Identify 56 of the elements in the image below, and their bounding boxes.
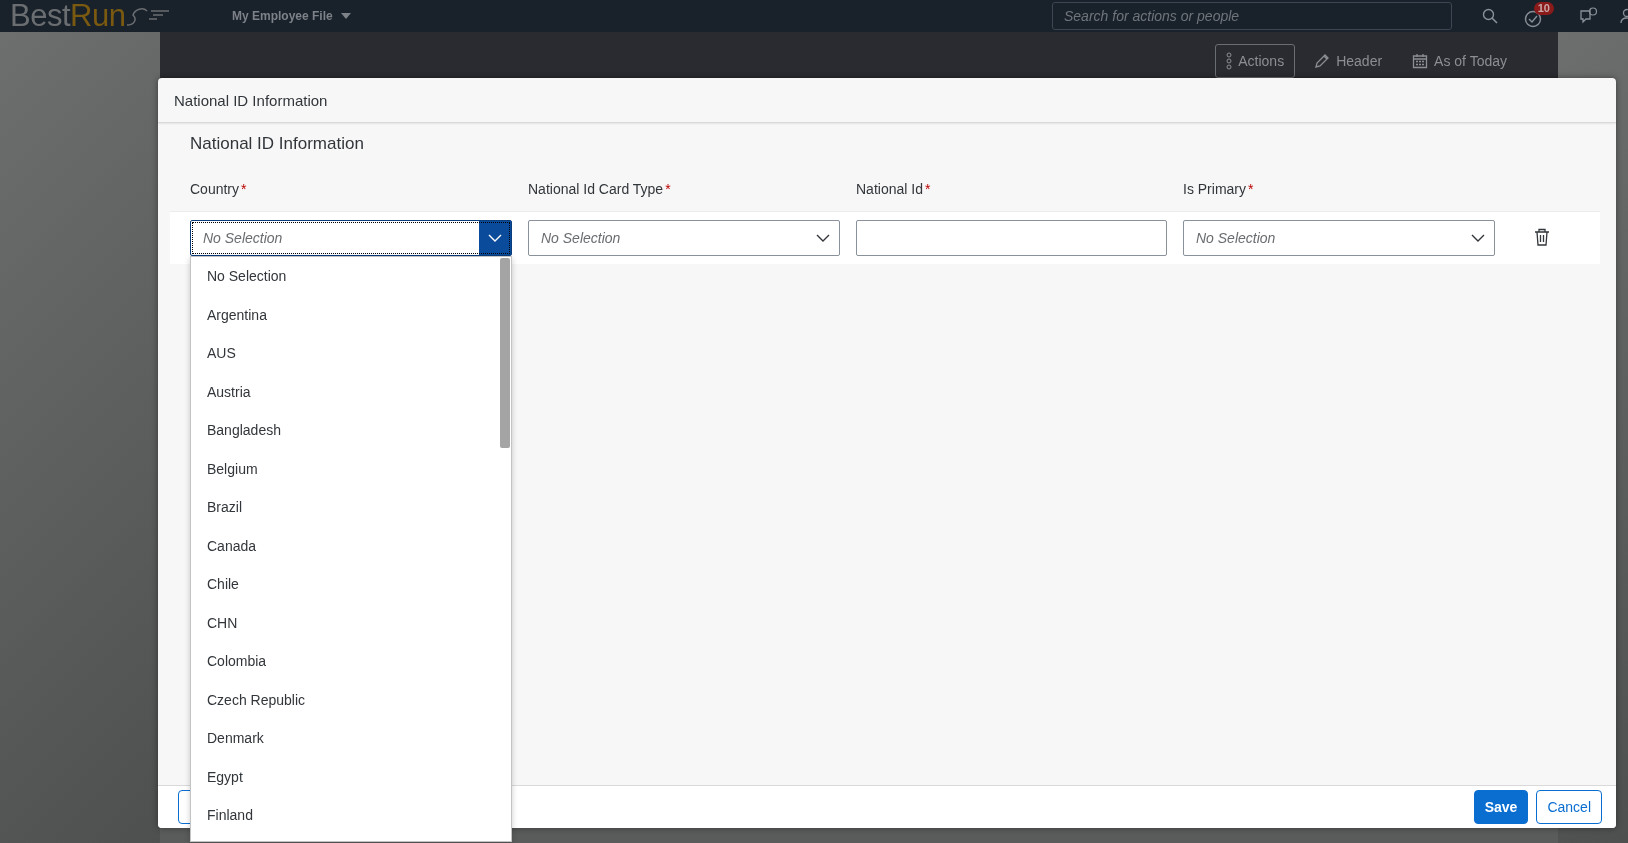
dropdown-option[interactable]: Denmark — [191, 719, 511, 758]
dropdown-option[interactable]: Brazil — [191, 488, 511, 527]
todo-button[interactable]: 10 — [1524, 2, 1554, 28]
trash-icon — [1534, 228, 1550, 246]
required-mark: * — [924, 181, 931, 197]
input-field[interactable] — [856, 220, 1167, 256]
calendar-icon — [1412, 53, 1429, 69]
dropdown-option[interactable]: Colombia — [191, 642, 511, 681]
select-field[interactable]: No Selection — [528, 220, 840, 256]
dropdown-option[interactable]: No Selection — [191, 257, 511, 296]
chat-icon — [1580, 7, 1598, 25]
select-field[interactable]: No Selection — [190, 220, 512, 256]
section-title: National ID Information — [190, 134, 365, 154]
required-mark: * — [1248, 181, 1254, 197]
column-label: National Id* — [856, 181, 932, 197]
save-button[interactable]: Save — [1473, 790, 1529, 824]
pencil-icon — [1314, 53, 1331, 69]
header-action-button[interactable]: As of Today — [1401, 44, 1518, 78]
dropdown-option[interactable]: Chile — [191, 565, 511, 604]
search-icon — [1482, 8, 1498, 24]
chevron-down-icon — [1471, 233, 1485, 243]
chevron-down-icon — [816, 233, 830, 243]
header-action-button[interactable]: Header — [1303, 44, 1394, 78]
dropdown-option[interactable]: Austria — [191, 372, 511, 411]
required-mark: * — [241, 181, 247, 197]
check-circle-icon — [1524, 10, 1542, 28]
dropdown-option[interactable]: Belgium — [191, 449, 511, 488]
scrollbar-thumb[interactable] — [500, 258, 510, 448]
delete-button[interactable] — [1533, 228, 1551, 248]
column-label: Is Primary* — [1183, 181, 1255, 197]
logo-wordmark-start: Best — [10, 0, 71, 32]
dropdown-option[interactable]: Argentina — [191, 295, 511, 334]
chat-button[interactable] — [1580, 7, 1598, 25]
dialog-title: National ID Information — [174, 91, 328, 109]
required-mark: * — [665, 181, 671, 197]
dropdown-option[interactable]: AUS — [191, 334, 511, 373]
column-label: National Id Card Type* — [528, 181, 672, 197]
nav-menu-button[interactable]: My Employee File — [232, 9, 351, 23]
more-vertical-icon — [1226, 52, 1233, 70]
search-button[interactable] — [1482, 8, 1498, 24]
select-field[interactable]: No Selection — [1183, 220, 1495, 256]
cloud-swoosh-icon — [125, 5, 172, 27]
caret-icon — [340, 13, 351, 19]
dropdown-option[interactable]: Finland — [191, 796, 511, 835]
notification-badge: 10 — [1533, 2, 1554, 15]
dropdown-option[interactable]: Czech Republic — [191, 680, 511, 719]
chevron-down-icon — [488, 233, 502, 243]
dropdown-option[interactable]: Bangladesh — [191, 411, 511, 450]
column-label: Country* — [190, 181, 248, 197]
dropdown-option[interactable]: Canada — [191, 526, 511, 565]
logo-wordmark-end: Run — [70, 0, 126, 32]
cancel-button[interactable]: Cancel — [1536, 790, 1602, 824]
header-action-button[interactable]: Actions — [1215, 44, 1296, 78]
dropdown-option[interactable]: CHN — [191, 603, 511, 642]
dropdown-option[interactable]: Egypt — [191, 757, 511, 796]
search-field[interactable]: Search for actions or people — [1052, 2, 1452, 30]
